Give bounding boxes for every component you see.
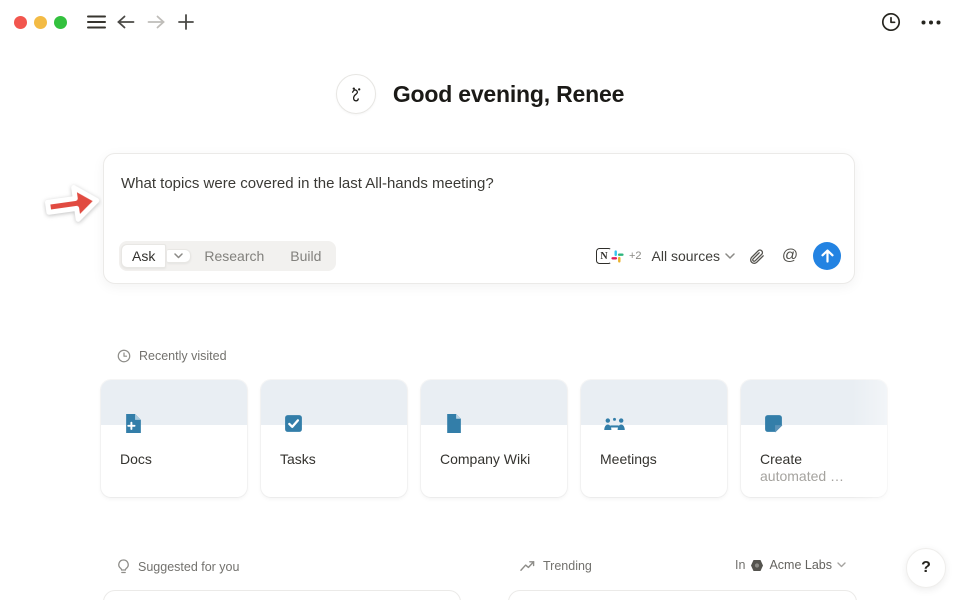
scope-prefix: In [735, 558, 745, 572]
card-title: Create automated … [760, 451, 844, 485]
page-title: Good evening, Renee [393, 81, 624, 108]
workspace-icon [750, 559, 764, 572]
red-arrow-annotation [39, 176, 105, 232]
recently-visited-header: Recently visited [117, 349, 227, 363]
menu-icon[interactable] [83, 9, 109, 35]
mention-icon[interactable]: @ [777, 243, 803, 269]
history-icon[interactable] [878, 9, 904, 35]
more-icon[interactable] [918, 9, 944, 35]
card-tasks[interactable]: Tasks [261, 380, 407, 497]
window-controls [14, 16, 67, 29]
titlebar [0, 0, 960, 44]
workspace-scope-dropdown[interactable]: In Acme Labs [735, 558, 846, 572]
all-sources-label: All sources [652, 248, 720, 264]
trending-card[interactable] [508, 590, 857, 600]
recently-visited-cards: Docs Tasks Company Wiki [101, 380, 887, 497]
trending-header: Trending [520, 559, 592, 573]
trend-icon [520, 560, 535, 572]
close-window-button[interactable] [14, 16, 27, 29]
mode-build-button[interactable]: Build [277, 245, 334, 267]
meeting-icon [603, 413, 626, 434]
composer-input[interactable]: What topics were covered in the last All… [121, 175, 837, 192]
zoom-window-button[interactable] [54, 16, 67, 29]
page-icon [443, 413, 464, 434]
help-button[interactable]: ? [906, 548, 946, 588]
chevron-down-icon [725, 253, 735, 260]
task-check-icon [283, 413, 304, 434]
help-label: ? [921, 559, 931, 577]
card-company-wiki[interactable]: Company Wiki [421, 380, 567, 497]
send-button[interactable] [813, 242, 841, 270]
minimize-window-button[interactable] [34, 16, 47, 29]
source-icons[interactable]: N +2 [596, 247, 642, 265]
card-title: Company Wiki [440, 451, 530, 468]
template-icon [763, 413, 784, 434]
mode-dropdown-chevron[interactable] [167, 249, 191, 263]
all-sources-dropdown[interactable]: All sources [652, 248, 735, 264]
arrow-up-icon [821, 249, 834, 263]
back-icon[interactable] [113, 9, 139, 35]
suggested-header: Suggested for you [117, 559, 239, 574]
recently-visited-label: Recently visited [139, 349, 227, 363]
ai-composer[interactable]: What topics were covered in the last All… [103, 153, 855, 284]
mode-ask-button[interactable]: Ask [121, 244, 166, 268]
chevron-down-icon [837, 562, 846, 568]
attach-icon[interactable] [743, 243, 769, 269]
mode-research-button[interactable]: Research [191, 245, 277, 267]
clock-icon [117, 349, 131, 363]
suggested-label: Suggested for you [138, 560, 239, 574]
card-title: Docs [120, 451, 152, 468]
scope-name: Acme Labs [769, 558, 832, 572]
notion-ai-face-icon [336, 74, 376, 114]
card-docs[interactable]: Docs [101, 380, 247, 497]
slack-icon [609, 247, 627, 265]
mode-selector: Ask Research Build [119, 241, 336, 271]
doc-plus-icon [123, 413, 144, 434]
extra-sources-count: +2 [629, 250, 642, 262]
greeting-header: Good evening, Renee [0, 74, 960, 114]
card-title: Meetings [600, 451, 657, 468]
bulb-icon [117, 559, 130, 574]
new-tab-icon[interactable] [173, 9, 199, 35]
card-create-automated[interactable]: Create automated … [741, 380, 887, 497]
card-meetings[interactable]: Meetings [581, 380, 727, 497]
suggested-card[interactable] [103, 590, 461, 600]
trending-label: Trending [543, 559, 592, 573]
card-title: Tasks [280, 451, 316, 468]
forward-icon[interactable] [143, 9, 169, 35]
